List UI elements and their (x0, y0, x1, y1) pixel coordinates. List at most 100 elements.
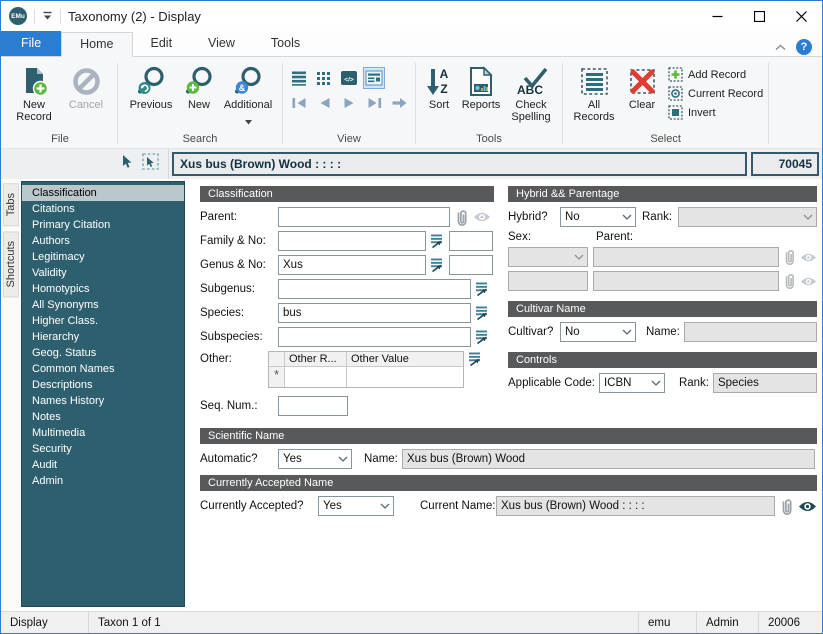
tab-home[interactable]: Home (61, 32, 132, 57)
lookup-list-icon[interactable] (474, 305, 490, 321)
status-mode: Display (1, 612, 89, 633)
lookup-list-icon[interactable] (429, 257, 445, 273)
last-record-button[interactable] (363, 94, 385, 112)
sidebar-item-names-history[interactable]: Names History (22, 393, 184, 409)
grid-view-button[interactable] (313, 67, 335, 89)
maximize-button[interactable] (738, 1, 780, 31)
marquee-select-icon[interactable] (142, 153, 159, 175)
tab-edit[interactable]: Edit (133, 31, 191, 56)
first-record-button[interactable] (288, 94, 310, 112)
dropdown-arrow-icon (245, 112, 252, 130)
subgenus-input[interactable] (278, 279, 471, 299)
new-row-selector[interactable]: * (269, 367, 285, 387)
sidebar-item-common-names[interactable]: Common Names (22, 361, 184, 377)
tab-file[interactable]: File (1, 31, 61, 56)
next-record-button[interactable] (338, 94, 360, 112)
sidebar-item-validity[interactable]: Validity (22, 265, 184, 281)
sidebar-item-geog-status[interactable]: Geog. Status (22, 345, 184, 361)
family-input[interactable] (278, 231, 426, 251)
other-rank-column-header[interactable]: Other R... (285, 352, 347, 367)
reports-button[interactable]: Reports (457, 62, 505, 111)
previous-record-button[interactable] (313, 94, 335, 112)
minimize-button[interactable] (696, 1, 738, 31)
previous-search-button[interactable]: Previous (123, 62, 179, 111)
attach-icon[interactable] (778, 497, 795, 516)
strip-tab-shortcuts[interactable]: Shortcuts (3, 231, 19, 297)
sidebar-item-citations[interactable]: Citations (22, 201, 184, 217)
sidebar-item-security[interactable]: Security (22, 441, 184, 457)
tab-view[interactable]: View (190, 31, 253, 56)
genus-input[interactable]: Xus (278, 255, 426, 275)
clear-selection-button[interactable]: Clear (620, 62, 664, 111)
other-value-column-header[interactable]: Other Value (347, 352, 463, 367)
strip-tab-tabs[interactable]: Tabs (3, 183, 19, 226)
sidebar-item-authors[interactable]: Authors (22, 233, 184, 249)
hybrid-parent2-input[interactable] (593, 271, 779, 291)
sidebar-item-multimedia[interactable]: Multimedia (22, 425, 184, 441)
all-records-button[interactable]: All Records (568, 62, 620, 123)
cultivar-combo[interactable]: No (560, 322, 636, 342)
species-input[interactable]: bus (278, 303, 471, 323)
other-rank-cell[interactable] (285, 367, 347, 387)
sidebar-item-all-synonyms[interactable]: All Synonyms (22, 297, 184, 313)
list-view-button[interactable] (288, 67, 310, 89)
sidebar-item-admin[interactable]: Admin (22, 473, 184, 489)
hybrid-combo[interactable]: No (560, 207, 636, 227)
current-record-button[interactable]: Current Record (668, 86, 763, 101)
emu-logo-icon[interactable]: EMu (9, 7, 27, 25)
other-ranks-table[interactable]: Other R... Other Value * (268, 351, 464, 388)
parent-input[interactable] (278, 207, 450, 227)
status-table-id: 20006 (758, 612, 822, 633)
quick-access-dropdown-icon[interactable] (42, 11, 53, 21)
invert-selection-button[interactable]: Invert (668, 105, 763, 120)
sidebar-item-descriptions[interactable]: Descriptions (22, 377, 184, 393)
sidebar-item-higher-class[interactable]: Higher Class. (22, 313, 184, 329)
subspecies-input[interactable] (278, 327, 471, 347)
tab-tools[interactable]: Tools (253, 31, 318, 56)
genus-no-input[interactable] (449, 255, 493, 275)
sex2-input[interactable] (508, 271, 588, 291)
code-view-button[interactable]: </> (338, 67, 360, 89)
attach-icon[interactable] (453, 208, 470, 227)
scientific-name-input[interactable]: Xus bus (Brown) Wood (402, 449, 815, 469)
sidebar-item-hierarchy[interactable]: Hierarchy (22, 329, 184, 345)
sidebar-item-legitimacy[interactable]: Legitimacy (22, 249, 184, 265)
family-no-input[interactable] (449, 231, 493, 251)
new-record-button[interactable]: New Record (8, 62, 60, 123)
lookup-list-icon[interactable] (474, 281, 490, 297)
applicable-code-combo[interactable]: ICBN (599, 373, 665, 393)
sidebar-item-audit[interactable]: Audit (22, 457, 184, 473)
sidebar-item-primary-citation[interactable]: Primary Citation (22, 217, 184, 233)
goto-record-button[interactable] (388, 94, 410, 112)
controls-rank-input[interactable]: Species (713, 373, 817, 393)
automatic-combo[interactable]: Yes (278, 449, 352, 469)
cancel-button[interactable]: Cancel (60, 62, 112, 111)
currently-accepted-combo[interactable]: Yes (318, 496, 394, 516)
current-name-input[interactable]: Xus bus (Brown) Wood : : : : (496, 496, 775, 516)
sort-button[interactable]: AZ Sort (421, 62, 457, 111)
lookup-list-icon[interactable] (429, 233, 445, 249)
seq-num-input[interactable] (278, 396, 348, 416)
sidebar-item-notes[interactable]: Notes (22, 409, 184, 425)
hybrid-rank-combo[interactable] (678, 207, 817, 227)
pointer-tool-icon[interactable] (121, 154, 133, 174)
close-button[interactable] (780, 1, 822, 31)
add-record-button[interactable]: Add Record (668, 67, 763, 82)
new-search-button[interactable]: New (179, 62, 219, 111)
sex-combo[interactable] (508, 247, 588, 267)
additional-search-button[interactable]: & Additional (219, 62, 277, 130)
hybrid-parent-input[interactable] (593, 247, 779, 267)
other-value-cell[interactable] (347, 367, 463, 387)
lookup-list-icon[interactable] (474, 329, 490, 345)
lookup-list-icon[interactable] (467, 351, 483, 367)
cultivar-name-input[interactable] (684, 322, 817, 342)
collapse-ribbon-icon[interactable] (775, 38, 786, 56)
sidebar-item-classification[interactable]: Classification (22, 185, 184, 201)
eye-icon[interactable] (798, 500, 817, 513)
sidebar-item-homotypics[interactable]: Homotypics (22, 281, 184, 297)
classification-form: Classification Parent: Family & No: (185, 179, 822, 611)
form-view-button[interactable] (363, 67, 385, 89)
check-spelling-button[interactable]: ABC Check Spelling (505, 62, 557, 123)
help-icon[interactable]: ? (796, 39, 812, 55)
window-controls (696, 1, 822, 31)
